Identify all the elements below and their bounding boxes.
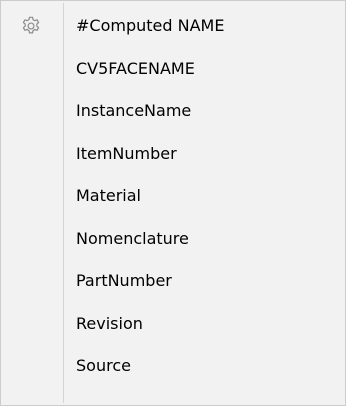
menu-item-cv5facename[interactable]: CV5FACENAME (1, 48, 345, 91)
menu-item-instancename[interactable]: InstanceName (1, 90, 345, 133)
context-menu: #Computed NAME CV5FACENAME InstanceName … (0, 0, 346, 406)
menu-item-computed-name[interactable]: #Computed NAME (1, 5, 345, 48)
menu-item-source[interactable]: Source (1, 345, 345, 388)
menu-item-material[interactable]: Material (1, 175, 345, 218)
menu-item-partnumber[interactable]: PartNumber (1, 260, 345, 303)
menu-item-revision[interactable]: Revision (1, 303, 345, 346)
menu-item-nomenclature[interactable]: Nomenclature (1, 218, 345, 261)
menu-item-itemnumber[interactable]: ItemNumber (1, 133, 345, 176)
menu-item-list: #Computed NAME CV5FACENAME InstanceName … (1, 5, 345, 388)
